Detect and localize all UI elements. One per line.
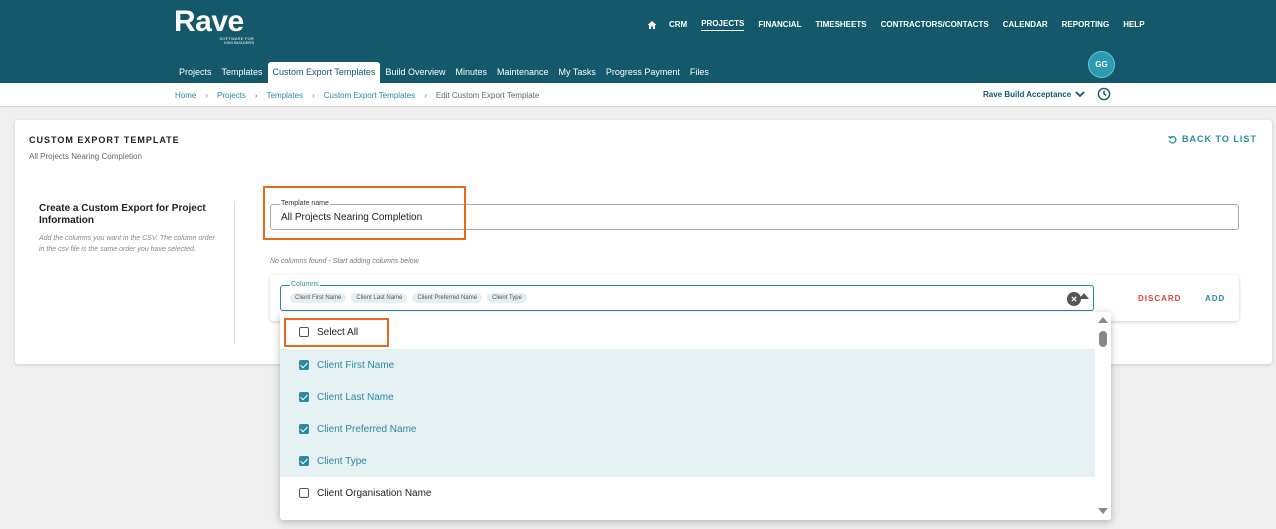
back-to-list-label: BACK TO LIST (1182, 134, 1257, 144)
nav-reporting[interactable]: REPORTING (1062, 20, 1110, 31)
section-title: Create a Custom Export for Project Infor… (39, 203, 206, 226)
back-to-list-button[interactable]: BACK TO LIST (1168, 134, 1257, 144)
checkbox[interactable] (299, 424, 309, 434)
option-label: Client Type (317, 455, 367, 467)
breadcrumb: Home › Projects › Templates › Custom Exp… (175, 91, 539, 100)
dropdown-scrollbar[interactable] (1095, 312, 1111, 520)
main-nav: CRM PROJECTS FINANCIAL TIMESHEETS CONTRA… (647, 19, 1159, 31)
nav-calendar[interactable]: CALENDAR (1003, 20, 1048, 31)
nav-projects[interactable]: PROJECTS (701, 19, 745, 31)
breadcrumb-separator: › (312, 91, 315, 100)
subnav-files[interactable]: Files (685, 62, 714, 83)
highlight-box (263, 186, 466, 240)
scroll-thumb[interactable] (1099, 331, 1107, 347)
subnav-custom-export-templates[interactable]: Custom Export Templates (267, 62, 381, 83)
columns-select[interactable]: Columns Client First Name Client Last Na… (280, 281, 1094, 311)
option-client-organisation-name[interactable]: Client Organisation Name (280, 477, 1095, 509)
subnav-minutes[interactable]: Minutes (450, 62, 492, 83)
chip-client-type[interactable]: Client Type (487, 293, 527, 303)
option-label: Client First Name (317, 359, 395, 371)
home-icon[interactable] (647, 20, 657, 30)
scroll-up-icon[interactable] (1098, 317, 1108, 323)
checkbox[interactable] (299, 392, 309, 402)
breadcrumb-bar: Home › Projects › Templates › Custom Exp… (0, 83, 1276, 107)
columns-dropdown: Select All Client First Name Client Last… (280, 312, 1111, 520)
nav-contractors-contacts[interactable]: CONTRACTORS/CONTACTS (881, 20, 989, 31)
selected-chips: Client First Name Client Last Name Clien… (290, 293, 532, 303)
breadcrumb-separator: › (205, 91, 209, 100)
subnav-templates[interactable]: Templates (217, 62, 268, 83)
user-avatar[interactable]: GG (1088, 51, 1115, 78)
option-label: Client Last Name (317, 391, 394, 403)
option-label: Client Preferred Name (317, 423, 417, 435)
chip-client-last-name[interactable]: Client Last Name (351, 293, 408, 303)
nav-crm[interactable]: CRM (669, 20, 687, 31)
subnav-maintenance[interactable]: Maintenance (492, 62, 554, 83)
columns-label: Columns (290, 281, 320, 288)
section-description: Add the columns you want in the CSV. The… (39, 235, 215, 253)
page-title: CUSTOM EXPORT TEMPLATE (29, 135, 180, 145)
chip-client-first-name[interactable]: Client First Name (290, 293, 347, 303)
option-label: Client Organisation Name (317, 487, 432, 499)
subnav-my-tasks[interactable]: My Tasks (554, 62, 601, 83)
section-divider (234, 202, 235, 344)
close-icon (1071, 296, 1077, 302)
option-client-type[interactable]: Client Type (280, 445, 1095, 477)
checkbox[interactable] (299, 488, 309, 498)
option-select-all[interactable]: Select All (280, 316, 1095, 348)
scroll-down-icon[interactable] (1098, 508, 1108, 514)
subnav-projects[interactable]: Projects (174, 62, 217, 83)
breadcrumb-projects[interactable]: Projects (217, 91, 246, 100)
refresh-icon (1168, 135, 1177, 144)
page-subtitle: All Projects Nearing Completion (29, 152, 142, 161)
section-info: Create a Custom Export for Project Infor… (39, 203, 219, 255)
rave-logo[interactable]: Rave SOFTWARE FOR KIWI BUILDERS (174, 7, 254, 45)
chevron-down-icon (1075, 91, 1085, 98)
nav-help[interactable]: HELP (1123, 20, 1144, 31)
option-client-preferred-name[interactable]: Client Preferred Name (280, 413, 1095, 445)
highlight-box (284, 318, 389, 347)
subnav-progress-payment[interactable]: Progress Payment (601, 62, 685, 83)
clock-icon[interactable] (1097, 87, 1111, 101)
discard-button[interactable]: DISCARD (1138, 294, 1181, 303)
breadcrumb-separator: › (254, 91, 258, 100)
empty-columns-message: No columns found - Start adding columns … (270, 258, 419, 265)
add-button[interactable]: ADD (1205, 294, 1225, 303)
nav-financial[interactable]: FINANCIAL (758, 20, 801, 31)
checkbox[interactable] (299, 360, 309, 370)
breadcrumb-home[interactable]: Home (175, 91, 196, 100)
option-client-last-name[interactable]: Client Last Name (280, 381, 1095, 413)
project-selector[interactable]: Rave Build Acceptance (983, 90, 1085, 99)
breadcrumb-current: Edit Custom Export Template (435, 91, 540, 100)
caret-up-icon[interactable] (1079, 293, 1089, 299)
logo-tagline-2: KIWI BUILDERS (224, 40, 254, 45)
logo-wordmark: Rave (174, 5, 244, 38)
option-client-first-name[interactable]: Client First Name (280, 349, 1095, 381)
project-selector-label: Rave Build Acceptance (983, 90, 1072, 99)
subnav-build-overview[interactable]: Build Overview (380, 62, 450, 83)
checkbox[interactable] (299, 456, 309, 466)
breadcrumb-templates[interactable]: Templates (267, 91, 303, 100)
nav-timesheets[interactable]: TIMESHEETS (815, 20, 866, 31)
chip-client-preferred-name[interactable]: Client Preferred Name (412, 293, 483, 303)
top-header: Rave SOFTWARE FOR KIWI BUILDERS CRM PROJ… (0, 0, 1276, 83)
breadcrumb-custom-export-templates[interactable]: Custom Export Templates (324, 91, 415, 100)
breadcrumb-separator: › (424, 91, 427, 100)
sub-nav: Projects Templates Custom Export Templat… (174, 62, 714, 83)
